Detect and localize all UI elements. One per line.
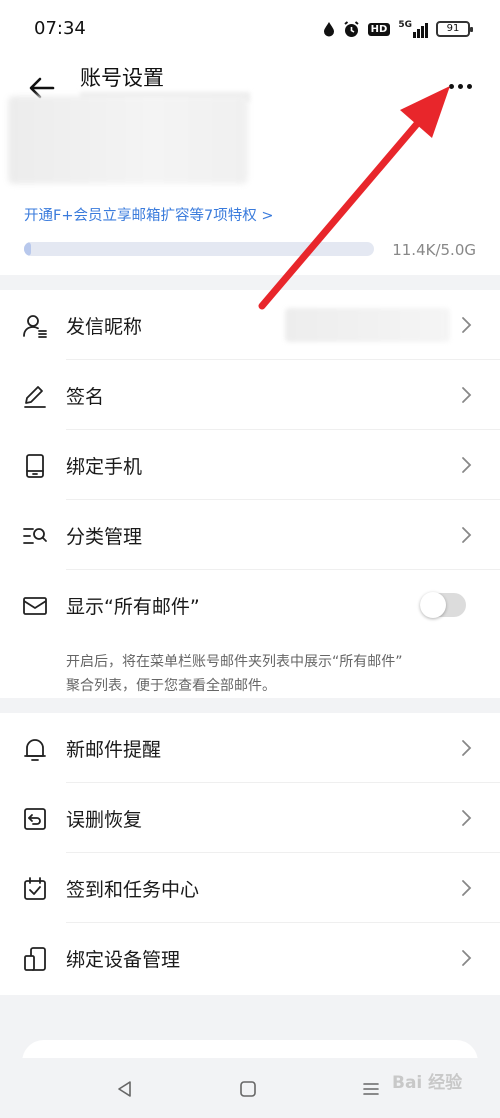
- hd-icon: HD: [367, 22, 391, 36]
- row-bind-phone[interactable]: 绑定手机: [0, 430, 500, 500]
- storage-progress-bar: [24, 242, 374, 256]
- nav-home-button[interactable]: [233, 1074, 263, 1104]
- battery-level: 91: [446, 23, 460, 34]
- show-all-mail-toggle[interactable]: [420, 592, 466, 618]
- storage-usage-text: 11.4K/5.0G: [392, 241, 476, 259]
- nickname-value-blurred: [285, 308, 450, 342]
- account-card: 开通F+会员立享邮箱扩容等7项特权 > 11.4K/5.0G: [0, 96, 500, 275]
- menu-lines-icon: [363, 1083, 379, 1095]
- vip-upgrade-link[interactable]: 开通F+会员立享邮箱扩容等7项特权 >: [24, 204, 273, 225]
- row-bind-phone-label: 绑定手机: [66, 456, 143, 478]
- row-device[interactable]: 绑定设备管理: [0, 923, 500, 993]
- row-checkin-label: 签到和任务中心: [66, 879, 200, 901]
- desc-line-1: 开启后，将在菜单栏账号邮件夹列表中展示“所有邮件”: [66, 654, 403, 670]
- row-signature[interactable]: 签名: [0, 360, 500, 430]
- row-nickname-label: 发信昵称: [66, 316, 143, 338]
- status-time: 07:34: [34, 18, 86, 39]
- row-checkin[interactable]: 签到和任务中心: [0, 853, 500, 923]
- alarm-icon: [344, 20, 359, 37]
- row-signature-label: 签名: [66, 386, 105, 408]
- nav-menu-button[interactable]: [356, 1074, 386, 1104]
- toggle-knob: [420, 592, 446, 618]
- row-device-label: 绑定设备管理: [66, 949, 181, 971]
- row-recovery[interactable]: 误删恢复: [0, 783, 500, 853]
- chevron-right-icon: [462, 317, 472, 333]
- row-nickname[interactable]: 发信昵称: [0, 290, 500, 360]
- water-drop-icon: [323, 22, 334, 37]
- devices-icon: [24, 947, 46, 971]
- chevron-right-icon: [462, 950, 472, 966]
- page-title: 账号设置: [80, 66, 164, 90]
- more-options-button[interactable]: [438, 66, 482, 106]
- chevron-right-icon: [462, 740, 472, 756]
- row-category[interactable]: 分类管理: [0, 500, 500, 570]
- row-show-all-mail-label: 显示“所有邮件”: [66, 596, 200, 618]
- chevron-right-icon: [462, 527, 472, 543]
- restore-icon: [24, 808, 46, 830]
- phone-icon: [26, 454, 44, 478]
- settings-group-account: 发信昵称 签名 绑定手机 分类管理 显示“所有邮件” 开启后，将在菜单栏账号邮件…: [0, 290, 500, 698]
- bell-icon: [24, 739, 46, 761]
- battery-icon: 91: [436, 21, 473, 37]
- chevron-right-icon: [462, 810, 472, 826]
- nav-back-button[interactable]: [110, 1074, 140, 1104]
- row-show-all-mail: 显示“所有邮件”: [0, 570, 500, 640]
- settings-group-features: 新邮件提醒 误删恢复 签到和任务中心 绑定设备管理: [0, 713, 500, 995]
- status-bar: 07:34 HD 5G 91: [0, 0, 500, 58]
- desc-line-2: 聚合列表，便于您查看全部邮件。: [66, 678, 276, 694]
- storage-progress-fill: [24, 242, 31, 256]
- chevron-right-icon: [462, 457, 472, 473]
- chevron-right-icon: [462, 880, 472, 896]
- account-name-blurred: [8, 96, 248, 184]
- show-all-mail-description: 开启后，将在菜单栏账号邮件夹列表中展示“所有邮件” 聚合列表，便于您查看全部邮件…: [66, 650, 486, 698]
- calendar-check-icon: [24, 877, 46, 900]
- row-recovery-label: 误删恢复: [66, 809, 143, 831]
- home-square-icon: [240, 1081, 256, 1097]
- more-dots-icon: [448, 83, 472, 89]
- row-new-mail-alert-label: 新邮件提醒: [66, 739, 162, 761]
- status-icons: HD 5G 91: [323, 20, 473, 38]
- row-new-mail-alert[interactable]: 新邮件提醒: [0, 713, 500, 783]
- chevron-right-icon: [462, 387, 472, 403]
- person-icon: [23, 315, 47, 338]
- pen-icon: [24, 386, 46, 408]
- signal-icon: 5G: [398, 20, 428, 38]
- category-search-icon: [23, 528, 47, 544]
- mail-icon: [23, 597, 47, 615]
- back-triangle-icon: [118, 1081, 131, 1097]
- network-type: 5G: [398, 20, 412, 30]
- watermark: Bai 经验: [392, 1073, 463, 1093]
- row-category-label: 分类管理: [66, 526, 143, 548]
